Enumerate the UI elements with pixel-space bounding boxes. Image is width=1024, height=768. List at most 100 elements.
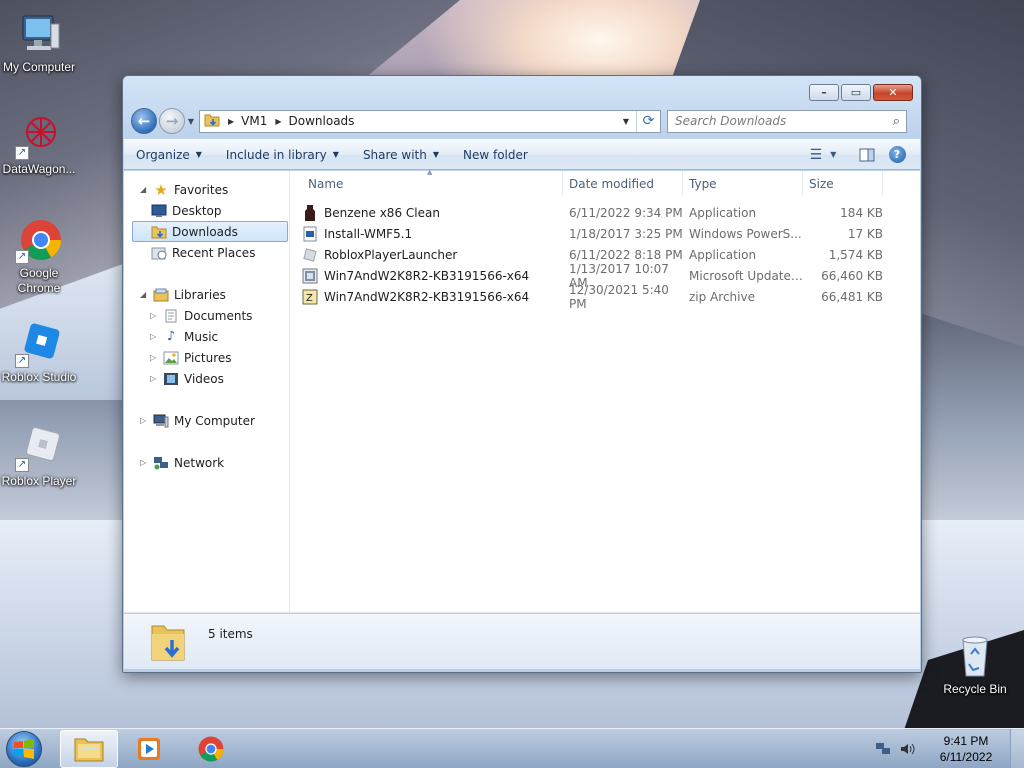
roblox-studio-icon: ↗ [15, 320, 63, 368]
help-button[interactable]: ? [884, 144, 910, 166]
nav-item-music[interactable]: ▷ ♪ Music [150, 326, 218, 347]
file-explorer-icon [74, 738, 104, 762]
address-bar[interactable]: ▶ VM1 ▶ Downloads ▼ ⟳ [199, 109, 661, 133]
collapse-arrow-icon[interactable]: ◢ [140, 290, 150, 299]
content-area: ◢ ★ Favorites Desktop Downloads Recent P… [124, 168, 920, 613]
search-input[interactable] [675, 114, 875, 128]
maximize-icon: ▭ [850, 86, 862, 99]
back-button[interactable]: ← [131, 108, 157, 134]
desktop-icon-label: Roblox Studio [1, 370, 77, 384]
network-status-icon[interactable] [874, 741, 892, 757]
desktop-icon-datawagon[interactable]: ↗ DataWagon... [0, 112, 78, 177]
help-icon: ? [888, 146, 906, 163]
expand-arrow-icon[interactable]: ▷ [150, 332, 160, 341]
downloads-folder-icon [148, 620, 188, 664]
file-row[interactable]: Z Win7AndW2K8R2-KB3191566-x64 12/30/2021… [302, 283, 883, 311]
desktop-icon-chrome[interactable]: ↗ Google Chrome [0, 216, 78, 296]
file-type: Windows PowerS... [689, 226, 802, 241]
navigation-pane: ◢ ★ Favorites Desktop Downloads Recent P… [124, 171, 290, 612]
back-arrow-icon: ← [137, 112, 151, 130]
nav-label: Music [184, 329, 219, 344]
close-icon: ✕ [888, 86, 898, 99]
column-header-type[interactable]: Type [683, 171, 803, 196]
recycle-bin-icon [951, 632, 999, 680]
desktop-icon-recycle-bin[interactable]: Recycle Bin [936, 632, 1014, 697]
column-header-date-modified[interactable]: Date modified [563, 171, 683, 196]
breadcrumb-vm1[interactable]: VM1 [241, 114, 267, 128]
file-row[interactable]: Benzene x86 Clean 6/11/2022 9:34 PM Appl… [302, 202, 883, 223]
expand-arrow-icon[interactable]: ▷ [140, 458, 150, 467]
file-size: 17 KB [847, 226, 883, 241]
nav-item-documents[interactable]: ▷ Documents [150, 305, 252, 326]
file-type: Application [689, 205, 757, 220]
desktop-icon-roblox-player[interactable]: ↗ Roblox Player [0, 424, 78, 489]
update-package-icon [302, 268, 318, 284]
desktop-icon-my-computer[interactable]: My Computer [0, 10, 78, 75]
nav-favorites[interactable]: ◢ ★ Favorites [140, 179, 228, 200]
column-header-size[interactable]: Size [803, 171, 883, 196]
volume-icon[interactable] [898, 741, 916, 757]
minimize-button[interactable]: – [809, 84, 839, 101]
nav-label: Favorites [174, 182, 229, 197]
folder-icon [204, 113, 220, 130]
taskbar-media-player[interactable] [120, 730, 178, 768]
chevron-down-icon: ▼ [432, 150, 439, 159]
file-row[interactable]: Install-WMF5.1 1/18/2017 3:25 PM Windows… [302, 223, 883, 244]
refresh-icon[interactable]: ⟳ [636, 110, 660, 132]
share-with-button[interactable]: Share with ▼ [351, 139, 451, 170]
taskbar: 9:41 PM 6/11/2022 [0, 728, 1024, 768]
expand-arrow-icon[interactable]: ▷ [150, 353, 160, 362]
taskbar-explorer[interactable] [60, 730, 118, 768]
expand-arrow-icon[interactable]: ▷ [140, 416, 150, 425]
file-date: 6/11/2022 8:18 PM [569, 247, 683, 262]
nav-item-downloads[interactable]: Downloads [132, 221, 288, 242]
collapse-arrow-icon[interactable]: ◢ [140, 185, 150, 194]
taskbar-chrome[interactable] [182, 730, 240, 768]
explorer-window[interactable]: – ▭ ✕ ← → ▼ ▶ VM1 ▶ Downloads ▼ ⟳ ⌕ Orga… [122, 75, 922, 673]
organize-button[interactable]: Organize ▼ [124, 139, 214, 170]
close-button[interactable]: ✕ [873, 84, 913, 101]
organize-label: Organize [136, 147, 190, 162]
forward-button[interactable]: → [159, 108, 185, 134]
my-computer-icon [152, 413, 170, 429]
nav-network[interactable]: ▷ Network [140, 452, 224, 473]
nav-item-pictures[interactable]: ▷ Pictures [150, 347, 232, 368]
preview-pane-button[interactable] [854, 144, 880, 166]
item-count: 5 items [208, 626, 253, 641]
column-header-name[interactable]: ▲ Name [290, 168, 563, 196]
expand-arrow-icon[interactable]: ▷ [150, 374, 160, 383]
nav-label: Libraries [174, 287, 226, 302]
nav-item-videos[interactable]: ▷ Videos [150, 368, 224, 389]
maximize-button[interactable]: ▭ [841, 84, 871, 101]
file-size: 1,574 KB [828, 247, 883, 262]
start-button[interactable] [6, 731, 42, 767]
chrome-icon [198, 736, 224, 762]
zip-archive-icon: Z [302, 289, 318, 305]
nav-my-computer[interactable]: ▷ My Computer [140, 410, 255, 431]
view-options-button[interactable]: ☰ ▼ [810, 144, 837, 166]
desktop-icon-roblox-studio[interactable]: ↗ Roblox Studio [0, 320, 78, 385]
breadcrumb-separator-icon[interactable]: ▶ [275, 117, 281, 126]
file-type: Application [689, 247, 757, 262]
breadcrumb-downloads[interactable]: Downloads [289, 114, 355, 128]
command-bar: Organize ▼ Include in library ▼ Share with… [124, 139, 920, 170]
nav-item-desktop[interactable]: Desktop [150, 200, 280, 221]
recent-pages-dropdown[interactable]: ▼ [185, 117, 197, 126]
chevron-down-icon: ▼ [830, 150, 837, 159]
nav-item-recent-places[interactable]: Recent Places [150, 242, 280, 263]
breadcrumb-separator-icon[interactable]: ▶ [228, 117, 234, 126]
clock-time: 9:41 PM [943, 734, 989, 748]
clock[interactable]: 9:41 PM 6/11/2022 [922, 733, 1010, 765]
desktop-icon-label: Roblox Player [1, 474, 77, 488]
address-dropdown-icon[interactable]: ▼ [618, 111, 634, 132]
expand-arrow-icon[interactable]: ▷ [150, 311, 160, 320]
search-icon[interactable]: ⌕ [893, 114, 900, 129]
roblox-launcher-icon [302, 247, 318, 263]
star-icon: ★ [154, 180, 168, 199]
include-in-library-button[interactable]: Include in library ▼ [214, 139, 351, 170]
show-desktop-button[interactable] [1010, 729, 1024, 768]
nav-libraries[interactable]: ◢ Libraries [140, 284, 226, 305]
search-box[interactable]: ⌕ [667, 109, 907, 133]
new-folder-button[interactable]: New folder [451, 139, 540, 170]
music-icon: ♪ [166, 329, 176, 344]
